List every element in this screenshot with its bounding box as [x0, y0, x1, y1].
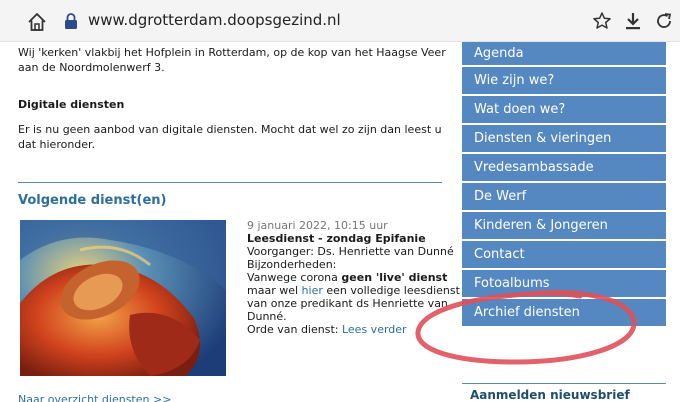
nav-item-de-werf[interactable]: De Werf: [462, 183, 666, 210]
note-text: maar wel: [247, 284, 302, 297]
newsletter-title[interactable]: Aanmelden nieuwsbrief: [470, 388, 630, 402]
nav-item-who-are-we[interactable]: Wie zijn we?: [462, 67, 666, 94]
nav-item-children-youth[interactable]: Kinderen & Jongeren: [462, 212, 666, 239]
note-text: Vanwege corona: [247, 271, 342, 284]
service-title: Leesdienst - zondag Epifanie: [247, 232, 426, 245]
service-date: 9 januari 2022, 10:15 uur: [247, 219, 388, 232]
browser-url-bar: www.dgrotterdam.doopsgezind.nl: [0, 0, 680, 42]
digital-services-text: Er is nu geen aanbod van digitale dienst…: [18, 123, 442, 151]
next-service-details: 9 januari 2022, 10:15 uur Leesdienst - z…: [247, 219, 460, 336]
url-field[interactable]: www.dgrotterdam.doopsgezind.nl: [88, 11, 341, 29]
download-icon[interactable]: [624, 11, 642, 31]
nav-item-archive-services[interactable]: Archief diensten: [462, 299, 666, 326]
service-note-line-4: Dunné.: [247, 310, 287, 323]
next-services-title: Volgende dienst(en): [18, 193, 167, 208]
star-icon[interactable]: [592, 11, 612, 31]
services-overview-link[interactable]: Naar overzicht diensten >>: [18, 392, 171, 402]
service-note-line-1: Vanwege corona geen 'live' dienst: [247, 271, 452, 284]
note-text: een volledige leesdienst: [322, 284, 460, 297]
nav-item-agenda[interactable]: Agenda: [462, 42, 666, 65]
sidebar-nav: Agenda Wie zijn we? Wat doen we? Dienste…: [462, 42, 666, 328]
nav-item-what-do-we-do[interactable]: Wat doen we?: [462, 96, 666, 123]
service-note-line-2: maar wel hier een volledige leesdienst: [247, 284, 460, 297]
digital-services-title: Digitale diensten: [18, 98, 125, 111]
nav-item-services[interactable]: Diensten & vieringen: [462, 125, 666, 152]
order-of-service: Orde van dienst: Lees verder: [247, 323, 452, 336]
nav-item-peace-embassy[interactable]: Vredesambassade: [462, 154, 666, 181]
lock-icon[interactable]: [64, 13, 78, 29]
newsletter-divider: [462, 383, 666, 384]
service-minister: Voorganger: Ds. Henriette van Dunné: [247, 245, 454, 258]
here-link[interactable]: hier: [302, 284, 323, 297]
order-label: Orde van dienst:: [247, 323, 342, 336]
service-painting-image[interactable]: [20, 220, 226, 376]
nav-item-photo-albums[interactable]: Fotoalbums: [462, 270, 666, 297]
note-bold-text: geen 'live' dienst: [341, 271, 448, 284]
service-details-label: Bijzonderheden:: [247, 258, 337, 271]
section-divider: [18, 182, 442, 183]
read-more-link[interactable]: Lees verder: [342, 323, 407, 336]
reload-icon[interactable]: [654, 11, 674, 31]
intro-text: Wij 'kerken' vlakbij het Hofplein in Rot…: [18, 46, 446, 74]
home-icon[interactable]: [26, 11, 48, 33]
service-note-line-3: van onze predikant ds Henriette van: [247, 297, 448, 310]
nav-item-contact[interactable]: Contact: [462, 241, 666, 268]
